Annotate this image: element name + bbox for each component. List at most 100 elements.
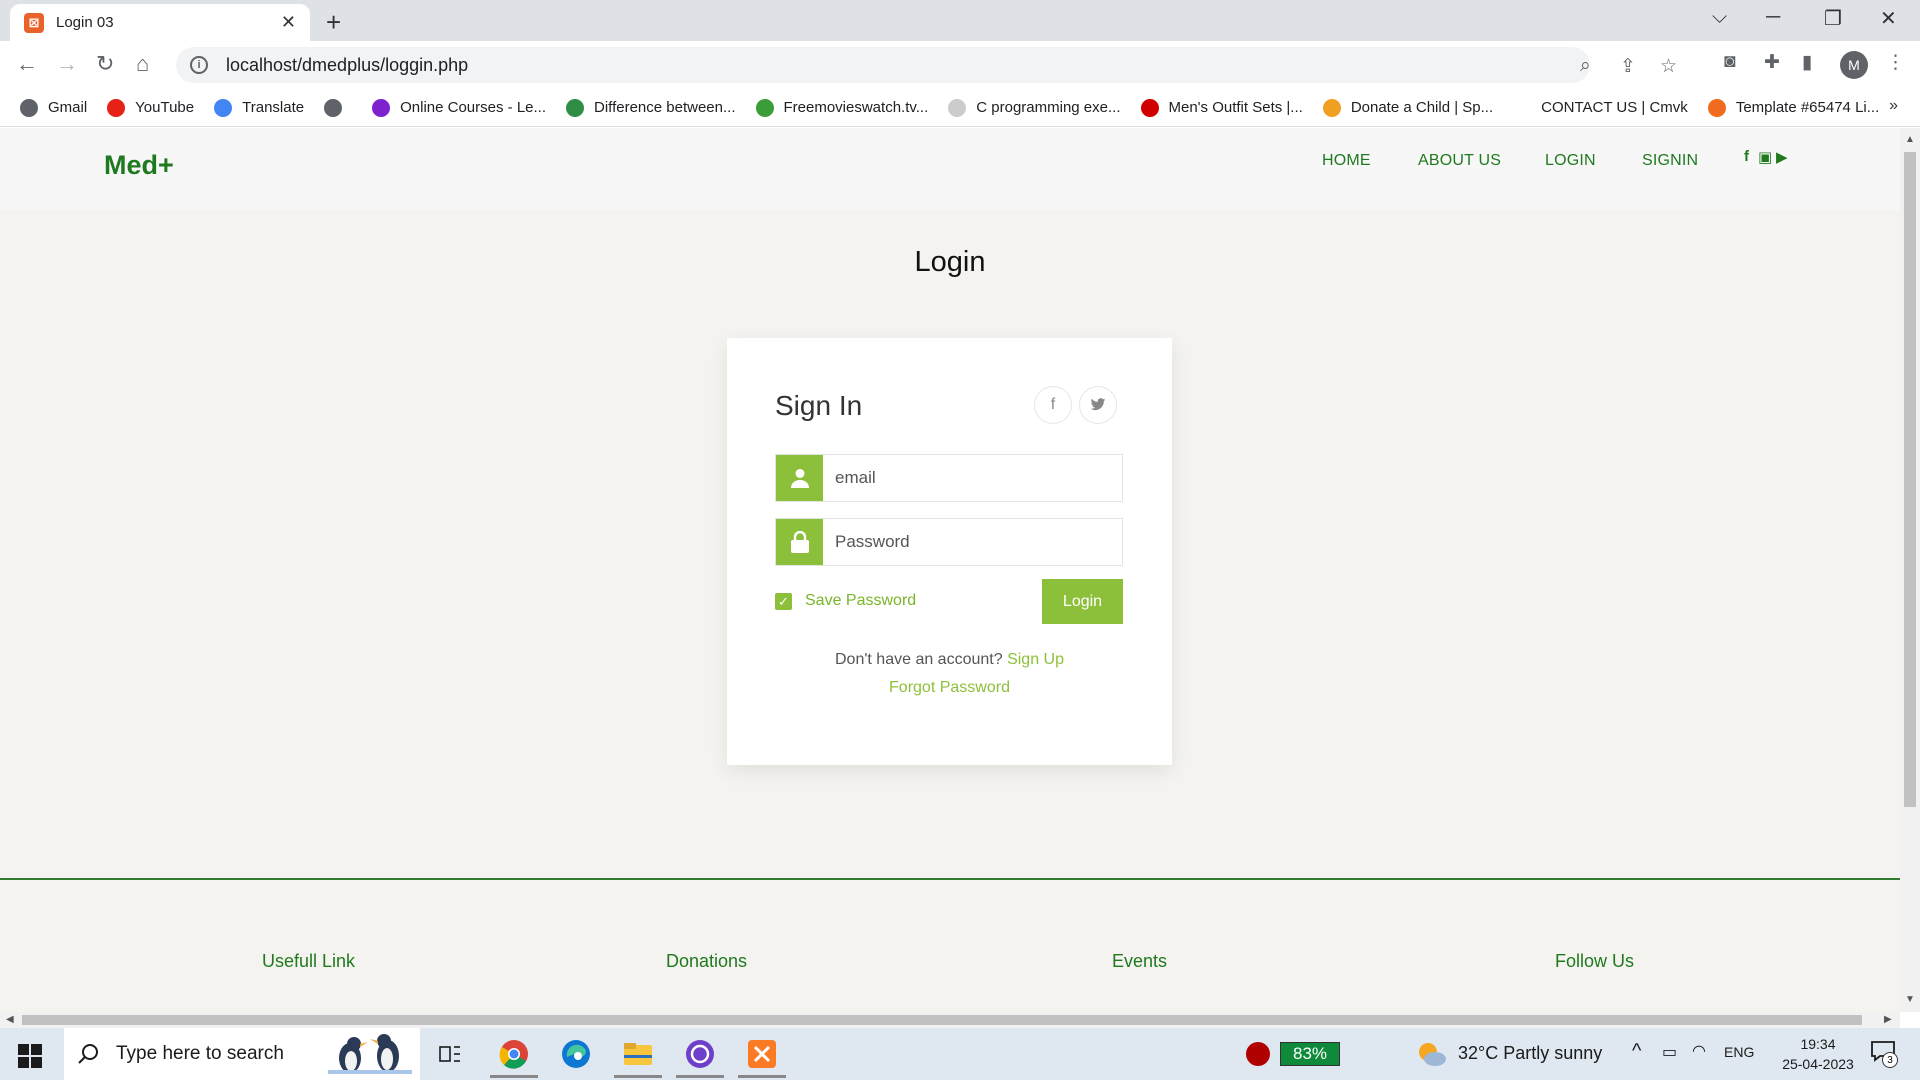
xampp-taskbar-icon[interactable] bbox=[738, 1036, 786, 1078]
bookmark-favicon-icon bbox=[948, 98, 967, 117]
bookmark-label: Difference between... bbox=[594, 99, 736, 116]
new-tab-icon[interactable]: + bbox=[326, 7, 341, 38]
facebook-login-icon[interactable]: f bbox=[1034, 386, 1072, 424]
address-bar[interactable]: i localhost/dmedplus/loggin.php ⌕ ⇪ ☆ bbox=[176, 47, 1677, 83]
scroll-down-arrow-icon[interactable]: ▼ bbox=[1905, 994, 1915, 1005]
bookmark-favicon-icon bbox=[755, 98, 774, 117]
search-placeholder: Type here to search bbox=[116, 1043, 284, 1064]
close-window-icon[interactable]: ✕ bbox=[1880, 6, 1897, 31]
bookmark-item[interactable] bbox=[324, 98, 352, 117]
bookmark-item[interactable]: Translate bbox=[214, 98, 304, 117]
browser-tab-strip: ⊠ Login 03 ✕ + ⌵ ─ ❐ ✕ bbox=[0, 0, 1920, 41]
sign-up-link[interactable]: Sign Up bbox=[1007, 651, 1064, 668]
bookmark-favicon-icon bbox=[1140, 98, 1159, 117]
wifi-icon[interactable]: ◠ bbox=[1692, 1041, 1706, 1061]
facebook-icon[interactable]: f bbox=[1744, 148, 1749, 165]
windows-start-icon[interactable] bbox=[18, 1044, 42, 1068]
bookmark-favicon-icon bbox=[372, 98, 391, 117]
bookmark-favicon-icon bbox=[1707, 98, 1726, 117]
extensions-icon[interactable]: ✚ bbox=[1764, 51, 1780, 74]
footer-donations-heading: Donations bbox=[666, 951, 748, 971]
password-field bbox=[775, 518, 1123, 566]
tab-search-chevron-icon[interactable]: ⌵ bbox=[1712, 6, 1727, 29]
edge-taskbar-icon[interactable] bbox=[558, 1036, 594, 1072]
horizontal-scrollbar[interactable]: ◀ ▶ bbox=[0, 1012, 1900, 1028]
login-button[interactable]: Login bbox=[1042, 579, 1123, 624]
tray-chevron-up-icon[interactable]: ^ bbox=[1632, 1040, 1641, 1063]
minimize-icon[interactable]: ─ bbox=[1766, 6, 1780, 29]
bookmark-label: CONTACT US | Cmvk bbox=[1541, 99, 1688, 116]
reload-icon[interactable]: ↻ bbox=[96, 51, 114, 77]
bookmark-item[interactable]: C programming exe... bbox=[948, 98, 1121, 117]
bookmark-item[interactable]: Freemovieswatch.tv... bbox=[755, 98, 928, 117]
task-view-icon[interactable] bbox=[432, 1036, 468, 1072]
bookmark-item[interactable]: CONTACT US | Cmvk bbox=[1513, 98, 1688, 117]
bookmark-item[interactable]: Gmail bbox=[20, 98, 88, 117]
nav-login[interactable]: LOGIN bbox=[1545, 152, 1596, 170]
bookmark-label: Men's Outfit Sets |... bbox=[1168, 99, 1303, 116]
antivirus-tray-icon[interactable] bbox=[1246, 1042, 1270, 1066]
bookmark-item[interactable]: Donate a Child | Sp... bbox=[1322, 98, 1494, 117]
bookmarks-bar: Gmail YouTube Translate Online Courses - Le… bbox=[0, 89, 1920, 127]
vertical-scroll-thumb[interactable] bbox=[1904, 152, 1916, 807]
site-info-icon[interactable]: i bbox=[190, 56, 208, 74]
twitter-icon[interactable]: ▣ bbox=[1758, 148, 1772, 166]
camera-icon[interactable]: ◙ bbox=[1724, 51, 1735, 73]
save-password-checkbox[interactable]: ✓ bbox=[775, 593, 792, 610]
menu-kebab-icon[interactable]: ⋮ bbox=[1886, 51, 1905, 74]
bookmark-star-icon[interactable]: ☆ bbox=[1660, 55, 1677, 78]
browser-toolbar: ← → ↻ ⌂ i localhost/dmedplus/loggin.php … bbox=[0, 41, 1920, 89]
battery-percentage-badge[interactable]: 83% bbox=[1280, 1042, 1340, 1066]
forgot-password-link[interactable]: Forgot Password bbox=[727, 679, 1172, 697]
bookmark-label: Donate a Child | Sp... bbox=[1350, 99, 1494, 116]
bookmark-item[interactable]: Template #65474 Li... bbox=[1707, 98, 1880, 117]
scroll-up-arrow-icon[interactable]: ▲ bbox=[1905, 134, 1915, 145]
language-indicator[interactable]: ENG bbox=[1724, 1044, 1754, 1060]
back-icon[interactable]: ← bbox=[16, 51, 38, 77]
zoom-icon[interactable]: ⌕ bbox=[1580, 55, 1591, 77]
weather-text[interactable]: 32°C Partly sunny bbox=[1458, 1043, 1602, 1064]
bookmark-label: Template #65474 Li... bbox=[1735, 99, 1880, 116]
password-input[interactable] bbox=[823, 519, 1122, 565]
nav-about-us[interactable]: ABOUT US bbox=[1418, 152, 1501, 170]
share-icon[interactable]: ⇪ bbox=[1620, 55, 1636, 78]
bookmark-favicon-icon bbox=[20, 98, 38, 117]
penguins-illustration-icon bbox=[328, 1034, 412, 1074]
site-logo[interactable]: Med+ bbox=[104, 150, 174, 181]
email-input[interactable] bbox=[823, 455, 1122, 501]
xampp-favicon-icon: ⊠ bbox=[24, 12, 44, 33]
bookmark-item[interactable]: Men's Outfit Sets |... bbox=[1140, 98, 1303, 117]
file-explorer-taskbar-icon[interactable] bbox=[614, 1036, 662, 1078]
github-desktop-taskbar-icon[interactable] bbox=[676, 1036, 724, 1078]
bookmark-label: Gmail bbox=[48, 99, 88, 116]
save-password-label[interactable]: Save Password bbox=[805, 592, 916, 610]
side-panel-icon[interactable]: ▮ bbox=[1802, 51, 1812, 74]
clock-date: 25-04-2023 bbox=[1782, 1056, 1854, 1072]
restore-icon[interactable]: ❐ bbox=[1824, 6, 1842, 31]
bookmark-item[interactable]: YouTube bbox=[107, 98, 195, 117]
horizontal-scroll-thumb[interactable] bbox=[22, 1015, 1862, 1025]
system-clock[interactable]: 19:34 25-04-2023 bbox=[1770, 1034, 1866, 1074]
bookmark-item[interactable]: Difference between... bbox=[566, 98, 736, 117]
more-bookmarks-icon[interactable]: » bbox=[1889, 97, 1898, 115]
close-tab-icon[interactable]: ✕ bbox=[281, 12, 296, 33]
taskbar-search-box[interactable]: Type here to search bbox=[64, 1028, 420, 1080]
notifications-icon[interactable]: 3 bbox=[1870, 1040, 1898, 1068]
profile-avatar[interactable]: M bbox=[1840, 51, 1868, 79]
nav-signin[interactable]: SIGNIN bbox=[1642, 152, 1698, 170]
twitter-login-icon[interactable] bbox=[1079, 386, 1117, 424]
youtube-icon[interactable]: ▶ bbox=[1776, 148, 1788, 166]
browser-tab[interactable]: ⊠ Login 03 ✕ bbox=[10, 4, 310, 41]
chrome-taskbar-icon[interactable] bbox=[490, 1036, 538, 1078]
battery-icon[interactable]: ▭ bbox=[1662, 1042, 1677, 1062]
bookmark-item[interactable]: Online Courses - Le... bbox=[372, 98, 546, 117]
lock-icon bbox=[776, 519, 823, 565]
forward-icon[interactable]: → bbox=[56, 51, 78, 77]
nav-home[interactable]: HOME bbox=[1322, 152, 1371, 170]
scroll-left-arrow-icon[interactable]: ◀ bbox=[6, 1014, 14, 1025]
home-icon[interactable]: ⌂ bbox=[136, 51, 149, 77]
vertical-scrollbar[interactable]: ▲ ▼ bbox=[1900, 128, 1920, 1012]
search-icon bbox=[78, 1044, 98, 1064]
scroll-right-arrow-icon[interactable]: ▶ bbox=[1884, 1014, 1892, 1025]
bookmark-label: YouTube bbox=[135, 99, 195, 116]
